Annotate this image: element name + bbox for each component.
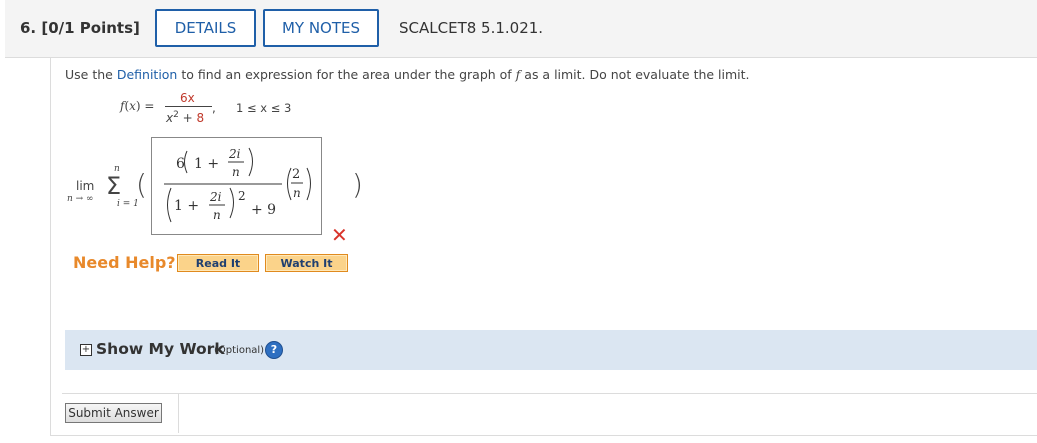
ans-paren-r1 — [248, 147, 253, 177]
definition-link[interactable]: Definition — [117, 67, 178, 82]
function-lhs: f(x) = — [120, 99, 155, 113]
ans-paren-r2 — [229, 187, 234, 219]
function-denominator: x2 + 8 — [166, 110, 205, 125]
help-question-icon[interactable]: ? — [265, 341, 283, 359]
function-domain: 1 ≤ x ≤ 3 — [236, 101, 292, 115]
read-it-button[interactable]: Read It — [177, 254, 259, 272]
optional-label: (Optional) — [214, 345, 265, 356]
show-my-work-label[interactable]: Show My Work — [96, 340, 225, 358]
question-number: 6. [0/1 Points] — [20, 19, 140, 37]
ans-n-top: n — [232, 165, 240, 179]
submit-divider — [178, 393, 179, 433]
lim-label: lim — [76, 179, 95, 193]
ans-plus9: + 9 — [251, 202, 276, 218]
answer-expression: 6 1 + 2i n 1 + 2i n 2 + 9 2 n — [164, 147, 311, 223]
question-header: 6. [0/1 Points] DETAILS MY NOTES SCALCET… — [5, 0, 1037, 58]
details-button[interactable]: DETAILS — [155, 9, 256, 47]
fraction-bar — [165, 106, 212, 107]
ans-coef: 6 — [176, 156, 185, 172]
ans-two: 2 — [292, 167, 300, 182]
instruction-text: Use the Definition to find an expression… — [65, 67, 750, 82]
submit-answer-button[interactable]: Submit Answer — [65, 403, 162, 423]
need-help-label: Need Help? — [73, 253, 176, 272]
function-numerator: 6x — [180, 91, 195, 105]
ans-paren-r3 — [306, 167, 311, 201]
lim-subscript: n → ∞ — [67, 194, 94, 204]
ans-n-bot: n — [213, 208, 221, 222]
my-notes-button[interactable]: MY NOTES — [263, 9, 379, 47]
ans-paren-l3 — [287, 167, 292, 201]
ans-2i-top: 2i — [228, 147, 241, 161]
ans-exp: 2 — [238, 189, 246, 203]
ans-paren-l2 — [167, 187, 172, 223]
close-paren: ) — [352, 168, 363, 201]
ans-one-plus: 1 + — [194, 156, 219, 172]
expand-plus-icon[interactable]: + — [80, 344, 92, 356]
sigma-icon: Σ — [106, 172, 122, 200]
comma: , — [212, 101, 216, 115]
ans-2i-bot: 2i — [209, 190, 222, 204]
submit-area — [62, 393, 1037, 434]
watch-it-button[interactable]: Watch It — [265, 254, 348, 272]
show-my-work-panel[interactable]: + Show My Work (Optional) ? — [65, 330, 1037, 370]
ans-one-plus-2: 1 + — [174, 198, 199, 214]
ans-n-right: n — [293, 186, 301, 200]
answer-input[interactable]: 6 1 + 2i n 1 + 2i n 2 + 9 2 n — [151, 137, 322, 235]
incorrect-x-icon: ✕ — [331, 223, 348, 247]
question-code: SCALCET8 5.1.021. — [399, 19, 544, 37]
open-paren: ( — [136, 168, 147, 201]
